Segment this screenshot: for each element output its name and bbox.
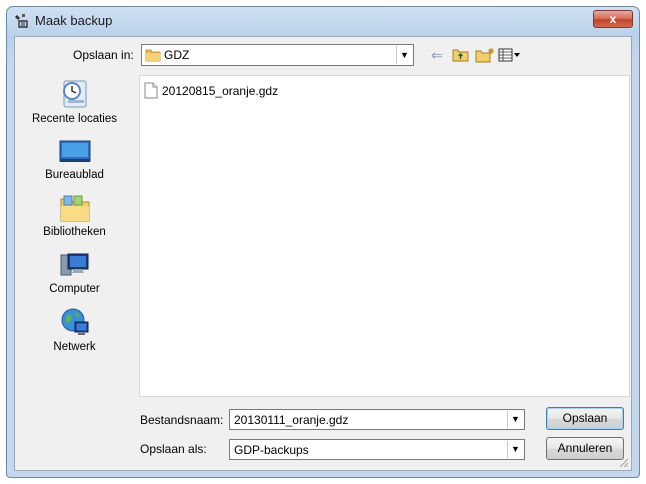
computer-icon — [60, 253, 88, 276]
place-desktop[interactable]: Bureaublad — [17, 135, 132, 181]
new-folder-icon[interactable] — [475, 47, 495, 63]
file-icon — [144, 82, 158, 99]
folder-icon — [145, 49, 161, 62]
lookin-value: GDZ — [164, 48, 190, 62]
back-arrow-icon[interactable]: ⇐ — [431, 47, 443, 63]
place-label: Netwerk — [53, 341, 96, 353]
filename-input[interactable]: 20130111_oranje.gdz ▼ — [229, 409, 525, 430]
save-as-type-label: Opslaan als: — [140, 442, 207, 456]
file-list[interactable]: 20120815_oranje.gdz — [139, 75, 630, 397]
dialog-client-area: Opslaan in: GDZ ▼ ⇐ Recente locaties Bur… — [14, 36, 632, 471]
window-title: Maak backup — [35, 13, 113, 28]
close-button[interactable]: x — [593, 10, 633, 28]
chevron-down-icon[interactable]: ▼ — [396, 46, 412, 64]
filename-value: 20130111_oranje.gdz — [234, 413, 349, 427]
views-menu-icon[interactable] — [498, 47, 522, 63]
filename-label: Bestandsnaam: — [140, 413, 224, 427]
save-as-type-select[interactable]: GDP-backups ▼ — [229, 439, 525, 460]
place-computer[interactable]: Computer — [17, 249, 132, 295]
place-label: Bureaublad — [45, 169, 104, 181]
up-folder-icon[interactable] — [452, 47, 470, 63]
resize-grip-icon[interactable] — [617, 456, 629, 468]
place-network[interactable]: Netwerk — [17, 305, 132, 353]
app-icon — [15, 14, 28, 28]
place-label: Bibliotheken — [43, 226, 106, 238]
title-bar[interactable]: Maak backup x — [7, 7, 639, 35]
lookin-label: Opslaan in: — [73, 48, 134, 62]
place-label: Computer — [49, 283, 100, 295]
recent-locations-icon — [62, 80, 86, 108]
places-bar: Recente locaties Bureaublad Bibliotheken — [17, 75, 132, 435]
place-recent-locations[interactable]: Recente locaties — [17, 77, 132, 125]
lookin-dropdown[interactable]: GDZ ▼ — [141, 44, 414, 66]
network-icon — [61, 308, 88, 335]
save-dialog-window: Maak backup x Opslaan in: GDZ ▼ ⇐ Recent… — [6, 6, 640, 478]
save-as-type-value: GDP-backups — [234, 443, 309, 457]
desktop-icon — [59, 140, 90, 162]
place-libraries[interactable]: Bibliotheken — [17, 192, 132, 238]
close-icon: x — [609, 12, 617, 26]
save-button[interactable]: Opslaan — [546, 407, 624, 430]
cancel-button[interactable]: Annuleren — [546, 437, 624, 460]
chevron-down-icon[interactable]: ▼ — [507, 441, 523, 458]
file-name: 20120815_oranje.gdz — [162, 84, 279, 98]
place-label: Recente locaties — [31, 113, 118, 125]
chevron-down-icon[interactable]: ▼ — [507, 411, 523, 428]
libraries-icon — [60, 195, 89, 222]
